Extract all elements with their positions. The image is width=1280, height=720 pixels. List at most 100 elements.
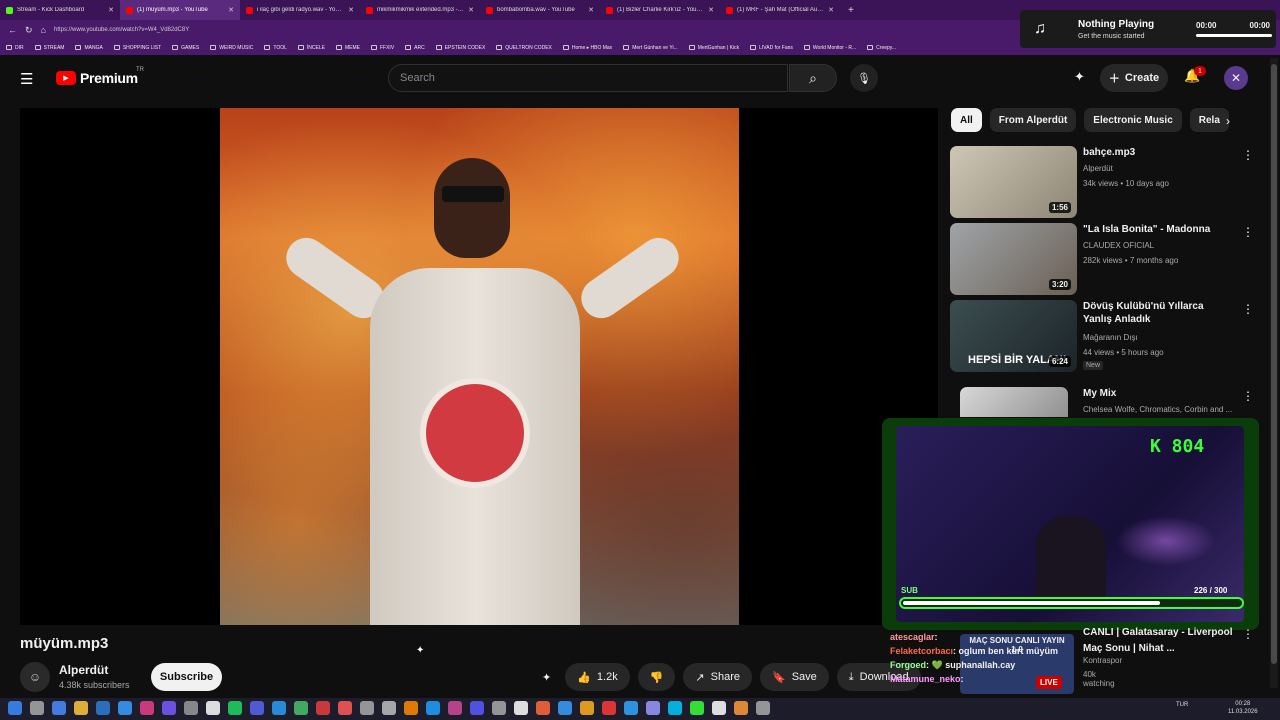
tab-close-icon[interactable]: ✕ <box>228 6 234 14</box>
recommendation-title[interactable]: "La Isla Bonita" - Madonna <box>1083 223 1233 236</box>
recommendation-channel[interactable]: Chelsea Wolfe, Chromatics, Corbin and ..… <box>1083 405 1248 414</box>
search-button[interactable]: ⌕ <box>789 64 837 92</box>
more-options-icon[interactable]: ⋮ <box>1242 148 1254 162</box>
video-frame[interactable] <box>220 108 739 625</box>
chevron-right-icon[interactable]: › <box>1226 114 1230 128</box>
tab-close-icon[interactable]: ✕ <box>348 6 354 14</box>
recommendation-channel[interactable]: Alperdüt <box>1083 164 1113 173</box>
taskbar-app-icon[interactable] <box>206 701 220 715</box>
create-button[interactable]: ＋ Create <box>1100 64 1168 92</box>
taskbar-app-icon[interactable] <box>558 701 572 715</box>
bookmark-item[interactable]: GAMES <box>172 45 199 51</box>
taskbar-app-icon[interactable] <box>470 701 484 715</box>
recommendation-thumbnail[interactable]: 3:20 <box>950 223 1077 295</box>
scrollbar-thumb[interactable] <box>1271 64 1277 664</box>
taskbar-app-icon[interactable] <box>74 701 88 715</box>
more-options-icon[interactable]: ⋮ <box>1242 389 1254 403</box>
browser-tab[interactable]: mikmikmikmik extended.mp3 - Yo... ✕ <box>360 0 480 20</box>
bookmark-item[interactable]: DIR <box>6 45 24 51</box>
taskbar-app-icon[interactable] <box>580 701 594 715</box>
bookmark-item[interactable]: TOOL <box>264 45 287 51</box>
taskbar-app-icon[interactable] <box>184 701 198 715</box>
tab-close-icon[interactable]: ✕ <box>588 6 594 14</box>
bookmark-item[interactable]: World Monitor - R... <box>803 45 856 51</box>
taskbar-language[interactable]: TUR <box>1176 702 1188 708</box>
tab-close-icon[interactable]: ✕ <box>708 6 714 14</box>
taskbar-app-icon[interactable] <box>668 701 682 715</box>
bookmark-item[interactable]: Mert Günhan ve Yi... <box>623 45 678 51</box>
account-avatar[interactable]: ✕ <box>1224 66 1248 90</box>
tab-close-icon[interactable]: ✕ <box>108 6 114 14</box>
filter-chip[interactable]: Electronic Music <box>1084 108 1182 132</box>
like-button[interactable]: 👍 1.2k <box>565 663 630 691</box>
ai-generate-icon[interactable]: ✦ <box>1074 69 1085 85</box>
browser-tab[interactable]: i ilaç gibi geldi radyo.wav - YouT... ✕ <box>240 0 360 20</box>
taskbar-app-icon[interactable] <box>646 701 660 715</box>
taskbar-app-icon[interactable] <box>140 701 154 715</box>
youtube-logo[interactable]: ▶ Premium <box>56 70 138 86</box>
taskbar-app-icon[interactable] <box>30 701 44 715</box>
taskbar-app-icon[interactable] <box>448 701 462 715</box>
taskbar-app-icon[interactable] <box>712 701 726 715</box>
bookmark-item[interactable]: MANGA <box>75 45 103 51</box>
new-tab-button[interactable]: + <box>840 5 862 16</box>
voice-search-button[interactable]: 🎙 <box>850 64 878 92</box>
channel-name[interactable]: Alperdüt <box>59 663 108 677</box>
bookmark-item[interactable]: FFXIV <box>370 45 394 51</box>
recommendation-thumbnail[interactable]: 1:56 <box>950 146 1077 218</box>
recommendation-channel[interactable]: Mağaranın Dışı <box>1083 333 1138 342</box>
now-playing-progress[interactable] <box>1196 34 1272 37</box>
taskbar-app-icon[interactable] <box>316 701 330 715</box>
browser-tab[interactable]: (1) MRF - Şah Mat (Official Audio)... ✕ <box>720 0 840 20</box>
taskbar-app-icon[interactable] <box>734 701 748 715</box>
recommendation-thumbnail[interactable]: HEPSİ BİR YALAN! 6:24 <box>950 300 1077 372</box>
recommendation-title[interactable]: My Mix <box>1083 387 1233 400</box>
filter-chip[interactable]: Rela <box>1189 108 1229 132</box>
tab-close-icon[interactable]: ✕ <box>468 6 474 14</box>
menu-icon[interactable]: ☰ <box>20 70 33 88</box>
more-options-icon[interactable]: ⋮ <box>1242 302 1254 316</box>
bookmark-item[interactable]: SHOPPING LIST <box>113 45 161 51</box>
dislike-button[interactable]: 👎 <box>637 663 676 691</box>
taskbar-app-icon[interactable] <box>492 701 506 715</box>
recommendation-item[interactable]: My Mix Chelsea Wolfe, Chromatics, Corbin… <box>950 387 1260 417</box>
taskbar-app-icon[interactable] <box>8 701 22 715</box>
bookmark-item[interactable]: LIVAD for Fans <box>750 45 793 51</box>
tab-close-icon[interactable]: ✕ <box>828 6 834 14</box>
bookmark-item[interactable]: Home ▸ HBO Max <box>562 45 612 51</box>
taskbar-app-icon[interactable] <box>272 701 286 715</box>
taskbar-app-icon[interactable] <box>360 701 374 715</box>
recommendation-thumbnail[interactable] <box>960 387 1068 417</box>
subscribe-button[interactable]: Subscribe <box>151 663 222 691</box>
taskbar-app-icon[interactable] <box>536 701 550 715</box>
more-options-icon[interactable]: ⋮ <box>1242 627 1254 641</box>
taskbar-app-icon[interactable] <box>338 701 352 715</box>
recommendation-title[interactable]: Dövüş Kulübü'nü Yıllarca Yanlış Anladık <box>1083 300 1233 326</box>
taskbar-app-icon[interactable] <box>162 701 176 715</box>
filter-chip[interactable]: From Alperdüt <box>989 108 1077 132</box>
channel-avatar[interactable]: ☺ <box>20 662 50 692</box>
bookmark-item[interactable]: WEIRD MUSIC <box>210 45 253 51</box>
bookmark-item[interactable]: MEME <box>335 45 360 51</box>
browser-tab[interactable]: Stream - Kick Dashboard ✕ <box>0 0 120 20</box>
taskbar-app-icon[interactable] <box>756 701 770 715</box>
live-recommendation-title[interactable]: CANLI | Galatasaray - Liverpool Maç Sonu… <box>1083 625 1243 657</box>
recommendation-item[interactable]: HEPSİ BİR YALAN! 6:24 Dövüş Kulübü'nü Yı… <box>950 300 1260 372</box>
bookmark-item[interactable]: ARC <box>405 45 425 51</box>
taskbar-app-icon[interactable] <box>52 701 66 715</box>
taskbar-app-icon[interactable] <box>514 701 528 715</box>
browser-tab[interactable]: bombabomba.wav - YouTube ✕ <box>480 0 600 20</box>
home-icon[interactable]: ⌂ <box>41 25 46 35</box>
recommendation-item[interactable]: 3:20 "La Isla Bonita" - Madonna CLAUDEX … <box>950 223 1260 295</box>
filter-chip[interactable]: All <box>951 108 982 132</box>
more-options-icon[interactable]: ⋮ <box>1242 225 1254 239</box>
bookmark-item[interactable]: Creepy... <box>867 45 896 51</box>
browser-tab[interactable]: (1) müyüm.mp3 - YouTube ✕ <box>120 0 240 20</box>
taskbar-app-icon[interactable] <box>96 701 110 715</box>
recommendation-channel[interactable]: CLAUDEX OFICIAL <box>1083 241 1154 250</box>
taskbar-app-icon[interactable] <box>404 701 418 715</box>
taskbar-clock[interactable]: 00:28 11.03.2026 <box>1228 700 1258 716</box>
taskbar-app-icon[interactable] <box>624 701 638 715</box>
bookmark-item[interactable]: EPSTEIN CODEX <box>435 45 485 51</box>
taskbar-app-icon[interactable] <box>294 701 308 715</box>
